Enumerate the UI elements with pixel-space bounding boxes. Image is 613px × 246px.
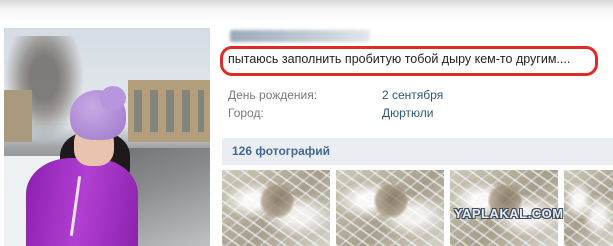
site-watermark: YAPLAKAL.COM bbox=[454, 206, 564, 221]
photos-count-label[interactable]: 126 фотографий bbox=[232, 144, 330, 158]
city-label: Город: bbox=[228, 106, 264, 120]
profile-status[interactable]: пытаюсь заполнить пробитую тобой дыру ке… bbox=[228, 52, 570, 66]
photo-thumbnail[interactable] bbox=[222, 170, 330, 246]
birthday-value-link[interactable]: 2 сентября bbox=[382, 88, 443, 102]
photo-thumbnail[interactable] bbox=[564, 170, 613, 246]
city-value-link[interactable]: Дюртюли bbox=[382, 106, 433, 120]
photos-section-header[interactable]: 126 фотографий bbox=[222, 138, 613, 165]
profile-page: пытаюсь заполнить пробитую тобой дыру ке… bbox=[0, 0, 613, 246]
top-bar-shadow bbox=[0, 0, 613, 22]
profile-avatar-photo[interactable] bbox=[4, 28, 210, 246]
photo-thumbnail[interactable] bbox=[336, 170, 444, 246]
profile-name-blurred bbox=[230, 30, 370, 42]
birthday-label: День рождения: bbox=[228, 88, 318, 102]
